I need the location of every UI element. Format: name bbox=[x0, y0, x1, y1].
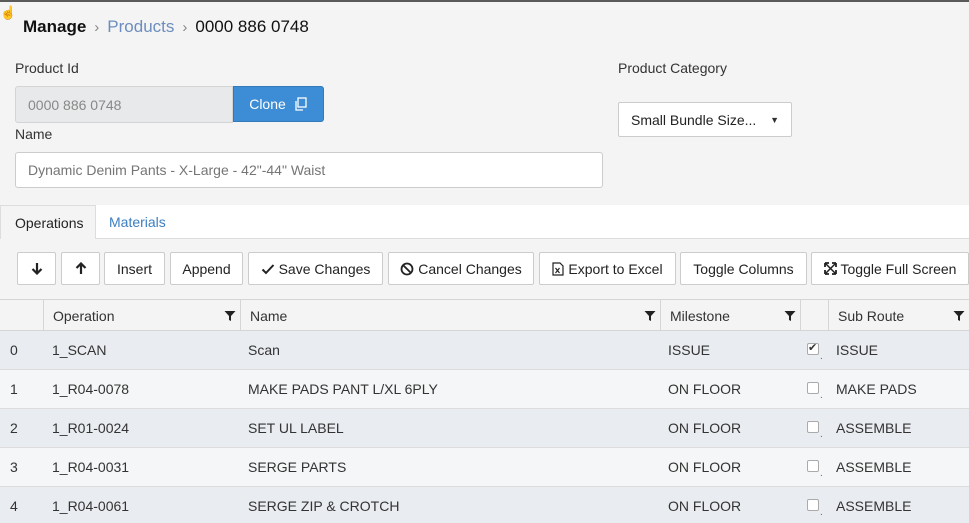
row-index: 3 bbox=[10, 459, 18, 475]
column-header-operation-label: Operation bbox=[53, 307, 115, 324]
cell-name: SERGE PARTS bbox=[248, 459, 347, 475]
clone-label: Clone bbox=[249, 96, 286, 112]
cell-sub-route: ASSEMBLE bbox=[836, 420, 912, 436]
table-row[interactable]: 4 1_R04-0061 SERGE ZIP & CROTCH ON FLOOR… bbox=[0, 487, 969, 523]
name-input[interactable] bbox=[15, 152, 603, 188]
table-row[interactable]: 1 1_R04-0078 MAKE PADS PANT L/XL 6PLY ON… bbox=[0, 370, 969, 409]
expand-icon bbox=[823, 262, 837, 275]
breadcrumb-products[interactable]: Products bbox=[107, 17, 174, 37]
hand-cursor-icon: ☝ bbox=[0, 5, 17, 20]
cell-sub-route: ASSEMBLE bbox=[836, 459, 912, 475]
arrow-up-icon bbox=[75, 262, 86, 274]
export-to-excel-button[interactable]: Export to Excel bbox=[539, 252, 676, 285]
grid-toolbar: Insert Append Save Changes Cancel Change… bbox=[0, 239, 969, 299]
grid-header: Operation Name Milestone Sub Route bbox=[0, 299, 969, 331]
row-index: 2 bbox=[10, 420, 18, 436]
column-header-flag bbox=[800, 300, 828, 331]
column-header-milestone[interactable]: Milestone bbox=[660, 300, 800, 331]
excel-file-icon bbox=[552, 261, 565, 276]
table-row[interactable]: 0 1_SCAN Scan ISSUE . ISSUE bbox=[0, 331, 969, 370]
cell-operation: 1_R04-0031 bbox=[52, 459, 130, 475]
cell-milestone: ON FLOOR bbox=[668, 381, 742, 397]
toggle-full-screen-label: Toggle Full Screen bbox=[840, 260, 957, 277]
operations-grid: Operation Name Milestone Sub Route 0 1_S… bbox=[0, 299, 969, 523]
cell-milestone: ISSUE bbox=[668, 342, 711, 358]
toggle-full-screen-button[interactable]: Toggle Full Screen bbox=[811, 252, 969, 285]
cell-milestone: ON FLOOR bbox=[668, 498, 742, 514]
column-header-sub-route-label: Sub Route bbox=[838, 307, 905, 324]
caret-down-icon: ▼ bbox=[770, 114, 779, 125]
checkbox-dot: . bbox=[820, 351, 823, 362]
breadcrumb: Manage › Products › 0000 886 0748 bbox=[23, 17, 309, 37]
cell-name: SET UL LABEL bbox=[248, 420, 344, 436]
tab-materials[interactable]: Materials bbox=[109, 205, 166, 239]
save-changes-button[interactable]: Save Changes bbox=[248, 252, 383, 285]
column-header-milestone-label: Milestone bbox=[670, 307, 730, 324]
chevron-right-icon: › bbox=[94, 18, 100, 36]
export-label: Export to Excel bbox=[568, 260, 663, 277]
cell-milestone: ON FLOOR bbox=[668, 459, 742, 475]
cell-sub-route: MAKE PADS bbox=[836, 381, 917, 397]
check-icon bbox=[261, 263, 274, 274]
name-label: Name bbox=[15, 126, 53, 142]
cell-operation: 1_R01-0024 bbox=[52, 420, 130, 436]
row-checkbox[interactable] bbox=[807, 499, 819, 511]
checkbox-dot: . bbox=[820, 390, 823, 401]
column-header-operation[interactable]: Operation bbox=[43, 300, 240, 331]
cell-sub-route: ASSEMBLE bbox=[836, 498, 912, 514]
append-button[interactable]: Append bbox=[170, 252, 243, 285]
cancel-changes-button[interactable]: Cancel Changes bbox=[388, 252, 534, 285]
product-id-input[interactable] bbox=[15, 86, 233, 123]
row-index: 0 bbox=[10, 342, 18, 358]
chevron-right-icon: › bbox=[182, 18, 188, 36]
row-checkbox[interactable] bbox=[807, 421, 819, 433]
category-value: Small Bundle Size... bbox=[631, 111, 757, 128]
row-checkbox[interactable] bbox=[807, 460, 819, 472]
tab-bar: Operations Materials bbox=[0, 205, 969, 240]
cell-sub-route: ISSUE bbox=[836, 342, 879, 358]
filter-icon[interactable] bbox=[953, 310, 965, 322]
cell-milestone: ON FLOOR bbox=[668, 420, 742, 436]
column-header-sub-route[interactable]: Sub Route bbox=[828, 300, 969, 331]
checkbox-dot: . bbox=[820, 507, 823, 518]
cell-operation: 1_SCAN bbox=[52, 342, 107, 358]
cell-operation: 1_R04-0061 bbox=[52, 498, 130, 514]
row-index: 4 bbox=[10, 498, 18, 514]
filter-icon[interactable] bbox=[644, 310, 656, 322]
clone-button[interactable]: Clone bbox=[233, 86, 324, 122]
product-id-label: Product Id bbox=[15, 60, 79, 76]
row-index: 1 bbox=[10, 381, 18, 397]
cell-operation: 1_R04-0078 bbox=[52, 381, 130, 397]
table-row[interactable]: 3 1_R04-0031 SERGE PARTS ON FLOOR . ASSE… bbox=[0, 448, 969, 487]
insert-button[interactable]: Insert bbox=[104, 252, 165, 285]
cell-name: SERGE ZIP & CROTCH bbox=[248, 498, 400, 514]
checkbox-dot: . bbox=[820, 429, 823, 440]
ban-icon bbox=[400, 262, 414, 275]
breadcrumb-current: 0000 886 0748 bbox=[195, 17, 309, 36]
copy-icon bbox=[295, 97, 307, 111]
breadcrumb-manage[interactable]: Manage bbox=[23, 17, 86, 37]
save-changes-label: Save Changes bbox=[278, 260, 371, 277]
move-down-button[interactable] bbox=[17, 252, 56, 285]
move-up-button[interactable] bbox=[61, 252, 100, 285]
filter-icon[interactable] bbox=[784, 310, 796, 322]
cancel-changes-label: Cancel Changes bbox=[418, 260, 522, 277]
row-checkbox[interactable] bbox=[807, 382, 819, 394]
column-header-name[interactable]: Name bbox=[240, 300, 660, 331]
toggle-columns-button[interactable]: Toggle Columns bbox=[680, 252, 807, 285]
cell-name: Scan bbox=[248, 342, 280, 358]
checkbox-dot: . bbox=[820, 468, 823, 479]
table-row[interactable]: 2 1_R01-0024 SET UL LABEL ON FLOOR . ASS… bbox=[0, 409, 969, 448]
row-checkbox[interactable] bbox=[807, 341, 819, 355]
product-category-label: Product Category bbox=[618, 60, 727, 76]
arrow-down-icon bbox=[31, 263, 42, 275]
filter-icon[interactable] bbox=[224, 310, 236, 322]
column-header-name-label: Name bbox=[250, 307, 288, 324]
tab-operations[interactable]: Operations bbox=[0, 205, 96, 240]
cell-name: MAKE PADS PANT L/XL 6PLY bbox=[248, 381, 438, 397]
product-category-select[interactable]: Small Bundle Size... ▼ bbox=[618, 102, 792, 137]
